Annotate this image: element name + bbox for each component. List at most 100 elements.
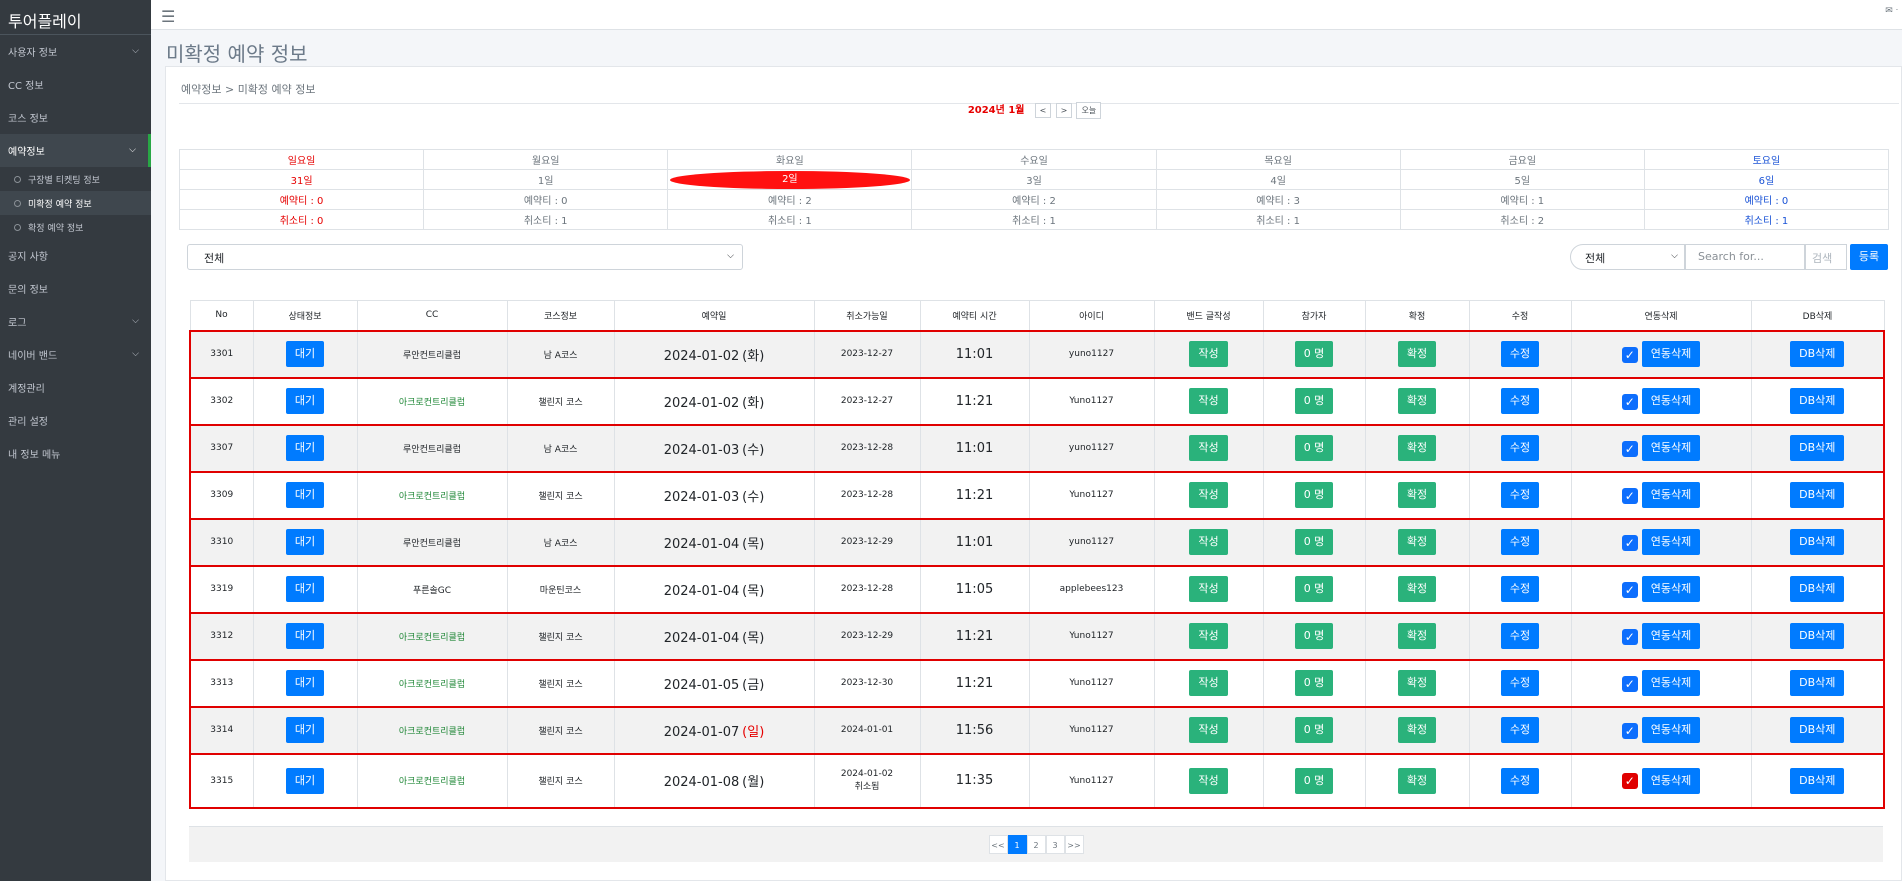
- calendar-date[interactable]: 3일: [911, 169, 1157, 190]
- db-delete-button[interactable]: DB삭제: [1790, 717, 1845, 743]
- status-button[interactable]: 대기: [285, 576, 325, 602]
- pagination-page[interactable]: 1: [1007, 835, 1027, 854]
- sidebar-item[interactable]: 네이버 밴드 ⌵: [0, 338, 151, 371]
- link-delete-button[interactable]: 연동삭제: [1641, 435, 1701, 461]
- status-button[interactable]: 대기: [285, 767, 325, 794]
- top-right-icons[interactable]: ✉ ᐧ: [1885, 6, 1898, 16]
- status-button[interactable]: 대기: [285, 623, 325, 649]
- calendar-prev-button[interactable]: <: [1034, 103, 1052, 118]
- participants-button[interactable]: 0 명: [1294, 388, 1334, 414]
- edit-button[interactable]: 수정: [1500, 529, 1540, 555]
- checkbox[interactable]: ✓: [1621, 440, 1638, 457]
- participants-button[interactable]: 0 명: [1294, 623, 1334, 649]
- pagination-page[interactable]: 2: [1026, 835, 1046, 854]
- calendar-next-button[interactable]: >: [1055, 103, 1073, 118]
- sidebar-subitem[interactable]: 확정 예약 정보: [0, 215, 151, 239]
- calendar-date[interactable]: 2일: [667, 169, 913, 190]
- db-delete-button[interactable]: DB삭제: [1790, 623, 1845, 649]
- band-write-button[interactable]: 작성: [1189, 576, 1228, 602]
- edit-button[interactable]: 수정: [1500, 717, 1540, 743]
- confirm-button[interactable]: 확정: [1397, 388, 1437, 414]
- participants-button[interactable]: 0 명: [1294, 767, 1334, 794]
- sidebar-item[interactable]: 계정관리: [0, 371, 151, 404]
- db-delete-button[interactable]: DB삭제: [1790, 388, 1845, 414]
- pagination-page[interactable]: 3: [1045, 835, 1065, 854]
- checkbox[interactable]: ✓: [1621, 773, 1638, 789]
- edit-button[interactable]: 수정: [1500, 388, 1540, 414]
- pagination-last[interactable]: >>: [1064, 835, 1084, 854]
- register-button[interactable]: 등록: [1850, 244, 1888, 270]
- db-delete-button[interactable]: DB삭제: [1790, 767, 1845, 794]
- sidebar-item[interactable]: 예약정보 ⌵: [0, 134, 151, 167]
- pagination-first[interactable]: <<: [988, 835, 1008, 854]
- hamburger-menu-icon[interactable]: ☰: [161, 7, 175, 26]
- participants-button[interactable]: 0 명: [1294, 435, 1334, 461]
- checkbox[interactable]: ✓: [1621, 675, 1638, 692]
- calendar-today-marker[interactable]: 2일: [669, 170, 910, 189]
- link-delete-button[interactable]: 연동삭제: [1641, 529, 1701, 555]
- sidebar-item[interactable]: 공지 사항: [0, 239, 151, 272]
- confirm-button[interactable]: 확정: [1397, 767, 1437, 794]
- edit-button[interactable]: 수정: [1500, 623, 1540, 649]
- db-delete-button[interactable]: DB삭제: [1790, 529, 1845, 555]
- participants-button[interactable]: 0 명: [1294, 670, 1334, 696]
- participants-button[interactable]: 0 명: [1294, 529, 1334, 555]
- db-delete-button[interactable]: DB삭제: [1790, 670, 1845, 696]
- link-delete-button[interactable]: 연동삭제: [1641, 670, 1701, 696]
- status-button[interactable]: 대기: [285, 388, 325, 414]
- checkbox[interactable]: ✓: [1621, 722, 1638, 739]
- status-button[interactable]: 대기: [285, 435, 325, 461]
- calendar-date[interactable]: 31일: [178, 169, 425, 190]
- band-write-button[interactable]: 작성: [1189, 529, 1228, 555]
- db-delete-button[interactable]: DB삭제: [1790, 341, 1845, 367]
- checkbox[interactable]: ✓: [1621, 581, 1638, 598]
- confirm-button[interactable]: 확정: [1397, 482, 1437, 508]
- sidebar-item[interactable]: 로그 ⌵: [0, 305, 151, 338]
- sidebar-subitem[interactable]: 구장별 티켓팅 정보: [0, 167, 151, 191]
- participants-button[interactable]: 0 명: [1294, 341, 1334, 367]
- edit-button[interactable]: 수정: [1500, 576, 1540, 602]
- band-write-button[interactable]: 작성: [1189, 388, 1228, 414]
- checkbox[interactable]: ✓: [1621, 393, 1638, 410]
- sidebar-item[interactable]: 문의 정보: [0, 272, 151, 305]
- confirm-button[interactable]: 확정: [1397, 435, 1437, 461]
- db-delete-button[interactable]: DB삭제: [1790, 482, 1845, 508]
- confirm-button[interactable]: 확정: [1397, 576, 1437, 602]
- brand-logo[interactable]: 투어플레이: [0, 0, 151, 35]
- band-write-button[interactable]: 작성: [1189, 482, 1228, 508]
- sidebar-item[interactable]: 사용자 정보 ⌵: [0, 35, 151, 68]
- status-button[interactable]: 대기: [285, 529, 325, 555]
- participants-button[interactable]: 0 명: [1294, 482, 1334, 508]
- edit-button[interactable]: 수정: [1500, 341, 1540, 367]
- sidebar-item[interactable]: 내 정보 메뉴: [0, 437, 151, 470]
- calendar-date[interactable]: 4일: [1155, 169, 1401, 190]
- db-delete-button[interactable]: DB삭제: [1790, 435, 1845, 461]
- sidebar-item[interactable]: 코스 정보: [0, 101, 151, 134]
- link-delete-button[interactable]: 연동삭제: [1641, 341, 1701, 367]
- edit-button[interactable]: 수정: [1500, 482, 1540, 508]
- confirm-button[interactable]: 확정: [1397, 717, 1437, 743]
- db-delete-button[interactable]: DB삭제: [1790, 576, 1845, 602]
- edit-button[interactable]: 수정: [1500, 670, 1540, 696]
- band-write-button[interactable]: 작성: [1189, 717, 1228, 743]
- status-button[interactable]: 대기: [285, 341, 325, 367]
- link-delete-button[interactable]: 연동삭제: [1641, 388, 1701, 414]
- search-input[interactable]: Search for...: [1685, 244, 1805, 270]
- link-delete-button[interactable]: 연동삭제: [1641, 717, 1701, 743]
- band-write-button[interactable]: 작성: [1189, 623, 1228, 649]
- band-write-button[interactable]: 작성: [1189, 341, 1228, 367]
- band-write-button[interactable]: 작성: [1189, 435, 1228, 461]
- search-type-select[interactable]: 전체 ⌵: [1570, 244, 1685, 270]
- link-delete-button[interactable]: 연동삭제: [1641, 623, 1701, 649]
- sidebar-item[interactable]: 관리 설정: [0, 404, 151, 437]
- confirm-button[interactable]: 확정: [1397, 670, 1437, 696]
- sidebar-item[interactable]: CC 정보: [0, 68, 151, 101]
- calendar-date[interactable]: 1일: [423, 169, 669, 190]
- status-filter-select[interactable]: 전체 ⌵: [187, 244, 743, 270]
- band-write-button[interactable]: 작성: [1189, 670, 1228, 696]
- sidebar-subitem[interactable]: 미확정 예약 정보: [0, 191, 151, 215]
- checkbox[interactable]: ✓: [1621, 628, 1638, 645]
- status-button[interactable]: 대기: [285, 670, 325, 696]
- search-button[interactable]: 검색: [1805, 244, 1847, 270]
- edit-button[interactable]: 수정: [1500, 767, 1540, 794]
